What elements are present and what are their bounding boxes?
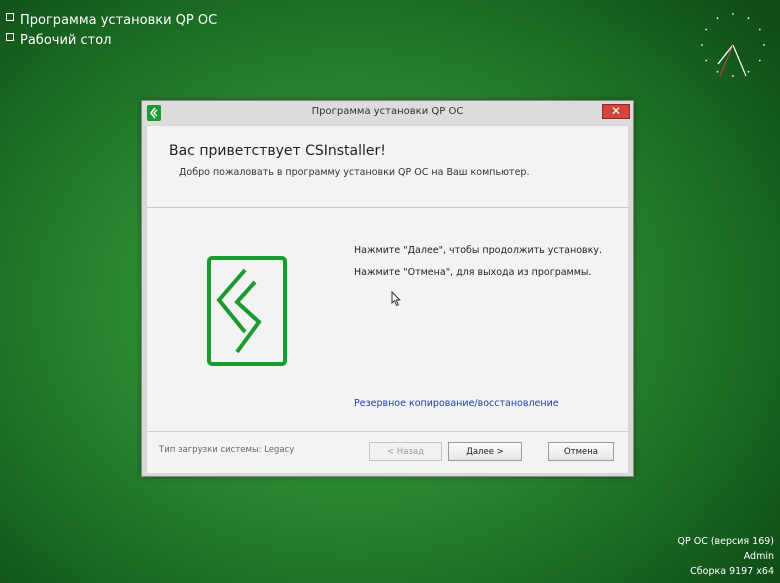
close-icon: ✕ <box>610 104 622 118</box>
backup-restore-link[interactable]: Резервное копирование/восстановление <box>354 398 559 409</box>
installer-window: Программа установки QP OC ✕ Вас приветст… <box>141 100 634 477</box>
window-titlebar[interactable]: Программа установки QP OC ✕ <box>142 101 633 125</box>
cancel-button[interactable]: Отмена <box>548 442 614 461</box>
boot-type-caption: Тип загрузки системы: <box>159 445 262 455</box>
chevron-logo-icon <box>207 256 287 366</box>
desktop-items: Программа установки QP OC Рабочий стол <box>6 10 217 50</box>
footer-divider <box>147 431 628 432</box>
desktop-item-label: Рабочий стол <box>20 32 112 48</box>
system-version: QP OC (версия 169) <box>677 536 774 547</box>
close-button[interactable]: ✕ <box>602 104 630 119</box>
header-subtitle: Добро пожаловать в программу установки Q… <box>179 167 530 178</box>
window-content: Вас приветствует CSInstaller! Добро пожа… <box>147 126 628 473</box>
desktop-item-bullet-icon <box>6 13 14 21</box>
desktop-item-installer[interactable]: Программа установки QP OC <box>6 10 217 30</box>
system-user: Admin <box>743 551 774 562</box>
analog-clock-icon <box>701 13 765 77</box>
instruction-cancel: Нажмите "Отмена", для выхода из программ… <box>354 267 592 278</box>
mouse-pointer-icon <box>391 291 401 307</box>
desktop-item-desktop[interactable]: Рабочий стол <box>6 30 217 50</box>
header-divider <box>147 207 628 208</box>
back-button[interactable]: < Назад <box>369 442 442 461</box>
boot-type-label: Тип загрузки системы: Legacy <box>159 445 294 455</box>
next-button[interactable]: Далее > <box>448 442 522 461</box>
boot-type-value: Legacy <box>264 445 295 455</box>
system-info: QP OC (версия 169) Admin Сборка 9197 x64 <box>677 534 774 579</box>
system-build: Сборка 9197 x64 <box>690 566 774 577</box>
header-title: Вас приветствует CSInstaller! <box>169 143 386 159</box>
window-title: Программа установки QP OC <box>311 106 464 117</box>
desktop-item-bullet-icon <box>6 33 14 41</box>
instruction-next: Нажмите "Далее", чтобы продолжить устано… <box>354 245 602 256</box>
desktop-item-label: Программа установки QP OC <box>20 12 218 28</box>
